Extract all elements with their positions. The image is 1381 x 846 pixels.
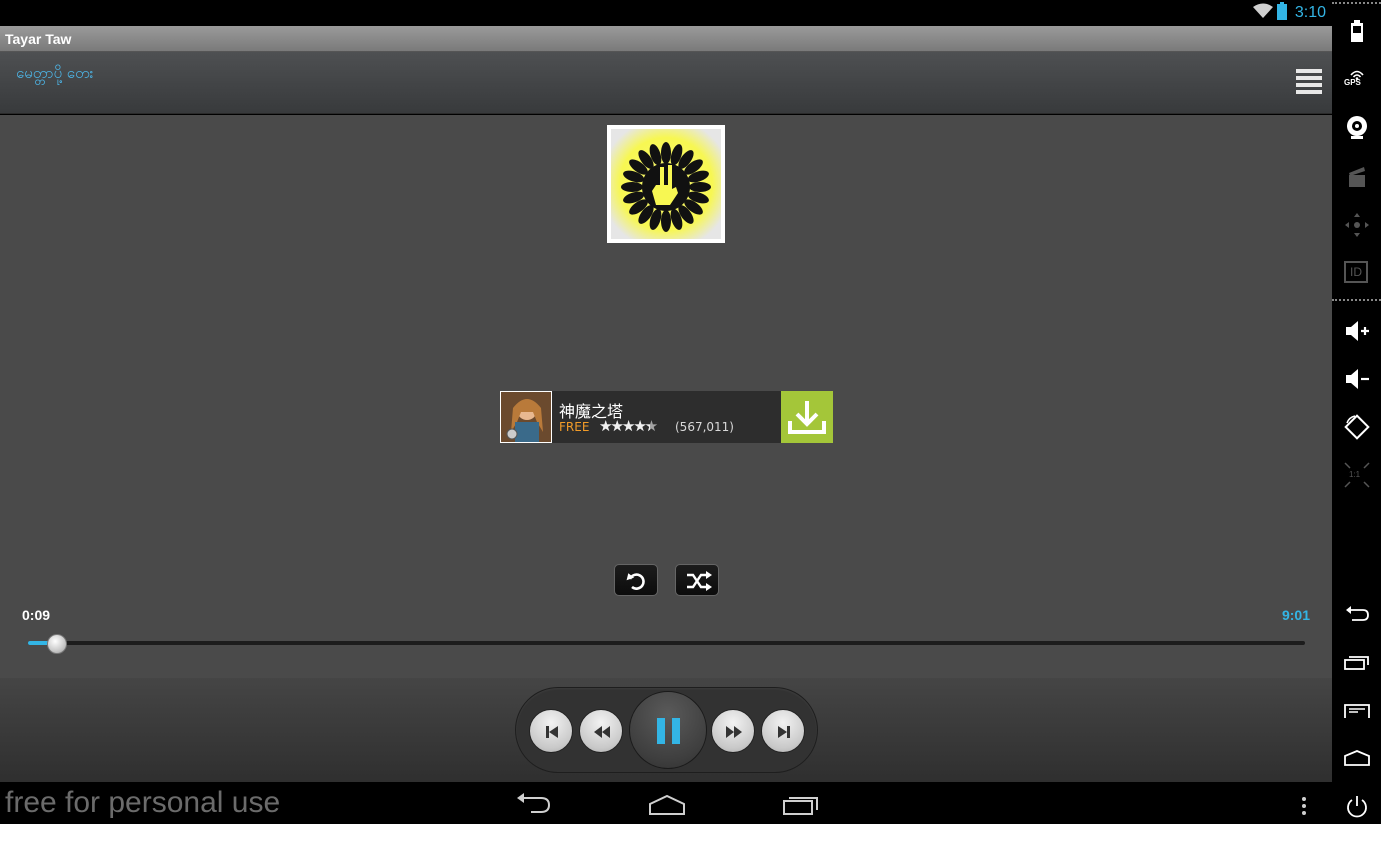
- back-icon: [517, 793, 551, 813]
- side-recents-button[interactable]: [1344, 650, 1370, 676]
- album-art-image: [611, 129, 721, 239]
- menu-icon: [1344, 704, 1370, 718]
- home-icon: [649, 794, 685, 815]
- download-icon: [788, 401, 826, 434]
- app-title: Tayar Taw: [5, 31, 72, 47]
- nav-overflow-button[interactable]: [1300, 796, 1308, 820]
- playback-controls: [515, 687, 818, 773]
- next-icon: [778, 726, 790, 738]
- side-dpad-button[interactable]: [1344, 212, 1370, 238]
- emulator-side-panel: GPS ID 1:1: [1332, 0, 1381, 824]
- menu-button[interactable]: [1296, 66, 1326, 100]
- seek-bar[interactable]: [28, 634, 1305, 657]
- media-icon: [1349, 167, 1365, 187]
- time-elapsed: 0:09: [22, 607, 51, 623]
- battery-icon: [1351, 20, 1363, 42]
- side-camera-button[interactable]: [1344, 114, 1370, 140]
- side-scale-button[interactable]: 1:1: [1344, 462, 1370, 488]
- album-art: [607, 125, 725, 243]
- side-separator: [1332, 2, 1381, 4]
- seek-thumb[interactable]: [47, 634, 68, 654]
- side-battery-button[interactable]: [1344, 18, 1370, 44]
- side-power-button[interactable]: [1344, 794, 1370, 820]
- menu-icon-line: [1296, 83, 1322, 87]
- seek-progress: [28, 641, 50, 645]
- ad-banner[interactable]: 神魔之塔 FREE ★★★★★ ★★★★★ (567,011): [500, 391, 833, 443]
- fast-forward-icon: [726, 726, 742, 738]
- previous-button[interactable]: [529, 709, 573, 753]
- shuffle-icon: [687, 571, 712, 591]
- side-volume-down-button[interactable]: [1344, 366, 1370, 392]
- volume-down-icon: [1346, 369, 1369, 389]
- repeat-button[interactable]: [614, 564, 658, 596]
- clock: 3:10: [1294, 4, 1326, 21]
- previous-icon: [546, 726, 558, 738]
- menu-icon-line: [1296, 69, 1322, 73]
- side-home-button[interactable]: [1344, 746, 1370, 772]
- app-header: မေတ္တာပို့ တေး: [0, 52, 1332, 114]
- rewind-button[interactable]: [579, 709, 623, 753]
- menu-icon-line: [1296, 76, 1322, 80]
- camera-icon: [1347, 116, 1367, 139]
- side-rotate-button[interactable]: [1344, 414, 1370, 440]
- player-content: 神魔之塔 FREE ★★★★★ ★★★★★ (567,011): [0, 115, 1332, 678]
- scale-label: 1:1: [1349, 470, 1361, 479]
- page-margin: [0, 824, 1381, 846]
- side-volume-up-button[interactable]: [1344, 318, 1370, 344]
- time-total: 9:01: [1281, 607, 1310, 623]
- nav-home-button[interactable]: [648, 792, 686, 820]
- rating-stars-fill: ★★★★★: [599, 417, 650, 435]
- recents-icon: [1344, 656, 1369, 670]
- playback-controls-bar: [0, 678, 1332, 782]
- rotate-icon: [1344, 414, 1370, 440]
- side-separator: [1332, 299, 1381, 301]
- pause-button[interactable]: [629, 691, 707, 769]
- seek-track: [28, 641, 1305, 645]
- device-screen: 3:10 Tayar Taw မေတ္တာပို့ တေး 神魔之塔 FREE …: [0, 0, 1332, 824]
- fast-forward-button[interactable]: [711, 709, 755, 753]
- volume-up-icon: [1346, 321, 1369, 341]
- side-id-button[interactable]: ID: [1344, 260, 1370, 286]
- watermark: free for personal use: [5, 786, 281, 819]
- status-bar: 3:10: [0, 0, 1332, 26]
- side-menu-button[interactable]: [1344, 698, 1370, 724]
- nav-recents-button[interactable]: [782, 792, 820, 820]
- gps-label: GPS: [1344, 78, 1361, 87]
- ad-app-icon: [500, 391, 552, 443]
- ad-download-button[interactable]: [781, 391, 833, 443]
- rewind-icon: [594, 726, 610, 738]
- shuffle-button[interactable]: [675, 564, 719, 596]
- next-button[interactable]: [761, 709, 805, 753]
- wifi-icon: [1252, 3, 1273, 23]
- title-bar: Tayar Taw: [0, 26, 1332, 52]
- side-media-button[interactable]: [1344, 164, 1370, 190]
- recents-icon: [783, 797, 818, 815]
- back-icon: [1346, 606, 1369, 621]
- id-icon: ID: [1344, 261, 1368, 283]
- power-icon: [1347, 796, 1367, 818]
- nav-back-button[interactable]: [515, 792, 553, 820]
- overflow-icon: [1302, 797, 1306, 815]
- pause-icon: [657, 718, 680, 744]
- side-back-button[interactable]: [1344, 602, 1370, 628]
- ad-rating-count: (567,011): [675, 420, 734, 434]
- dpad-icon: [1345, 213, 1369, 237]
- navigation-bar: free for personal use: [0, 782, 1332, 824]
- ad-price: FREE: [559, 420, 590, 434]
- battery-icon: [1276, 2, 1287, 24]
- menu-icon-line: [1296, 90, 1322, 94]
- ad-rating-stars: ★★★★★ ★★★★★: [599, 417, 658, 435]
- repeat-icon: [626, 573, 645, 590]
- track-title: မေတ္တာပို့ တေး: [16, 64, 94, 82]
- status-icons: 3:10: [1252, 2, 1326, 24]
- home-icon: [1344, 750, 1370, 766]
